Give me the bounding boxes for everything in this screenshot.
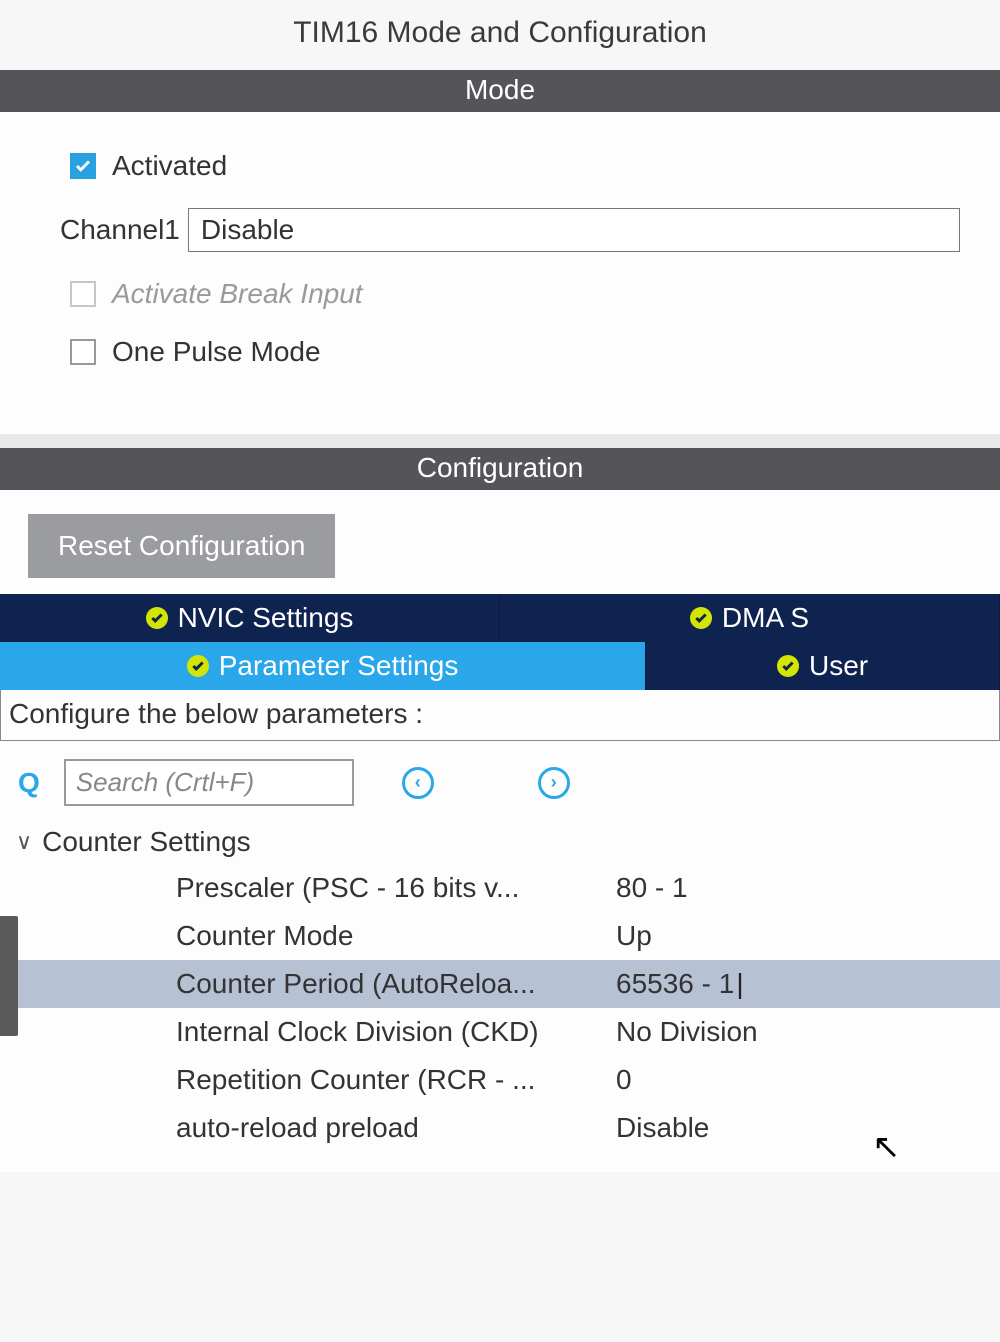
check-icon bbox=[187, 655, 209, 677]
config-prompt: Configure the below parameters : bbox=[0, 690, 1000, 741]
tab-label: DMA S bbox=[722, 602, 809, 634]
group-header-counter-settings[interactable]: ∨ Counter Settings bbox=[16, 826, 1000, 858]
param-value[interactable]: 65536 - 1 bbox=[616, 968, 1000, 1000]
param-label: auto-reload preload bbox=[176, 1112, 616, 1144]
param-label: Internal Clock Division (CKD) bbox=[176, 1016, 616, 1048]
group-label: Counter Settings bbox=[42, 826, 251, 858]
param-row-ckd[interactable]: Internal Clock Division (CKD) No Divisio… bbox=[16, 1008, 1000, 1056]
channel1-label: Channel1 bbox=[60, 214, 180, 246]
param-label: Counter Mode bbox=[176, 920, 616, 952]
param-row-prescaler[interactable]: Prescaler (PSC - 16 bits v... 80 - 1 bbox=[16, 864, 1000, 912]
tabs-row-2: Parameter Settings User bbox=[0, 642, 1000, 690]
tab-label: Parameter Settings bbox=[219, 650, 459, 682]
param-label: Counter Period (AutoReloa... bbox=[176, 968, 616, 1000]
parameter-tree: ∨ Counter Settings Prescaler (PSC - 16 b… bbox=[0, 816, 1000, 1172]
check-icon bbox=[777, 655, 799, 677]
chevron-down-icon: ∨ bbox=[16, 829, 32, 855]
param-label: Prescaler (PSC - 16 bits v... bbox=[176, 872, 616, 904]
search-icon[interactable]: Q bbox=[18, 767, 40, 799]
chevron-left-icon: ‹ bbox=[415, 772, 421, 793]
channel1-row: Channel1 Disable bbox=[60, 208, 960, 252]
activated-row: Activated bbox=[70, 150, 960, 182]
tab-dma[interactable]: DMA S bbox=[500, 594, 1000, 642]
param-value: Up bbox=[616, 920, 1000, 952]
pane-divider bbox=[0, 434, 1000, 448]
tabs-row-1: NVIC Settings DMA S bbox=[0, 594, 1000, 642]
tab-label: User bbox=[809, 650, 868, 682]
reset-configuration-button[interactable]: Reset Configuration bbox=[28, 514, 335, 578]
config-section-header: Configuration bbox=[0, 448, 1000, 490]
search-placeholder: Search (Crtl+F) bbox=[76, 767, 254, 797]
checkmark-icon bbox=[74, 157, 92, 175]
break-input-checkbox bbox=[70, 281, 96, 307]
config-pane: Reset Configuration NVIC Settings DMA S … bbox=[0, 490, 1000, 1172]
one-pulse-checkbox[interactable] bbox=[70, 339, 96, 365]
scrollbar-thumb[interactable] bbox=[0, 916, 18, 1036]
activated-label: Activated bbox=[112, 150, 227, 182]
one-pulse-row: One Pulse Mode bbox=[70, 336, 960, 368]
chevron-right-icon: › bbox=[551, 772, 557, 793]
search-next-button[interactable]: › bbox=[538, 767, 570, 799]
tab-nvic-settings[interactable]: NVIC Settings bbox=[0, 594, 500, 642]
mode-section-header: Mode bbox=[0, 70, 1000, 112]
tab-user[interactable]: User bbox=[646, 642, 1000, 690]
mode-pane: Activated Channel1 Disable Activate Brea… bbox=[0, 112, 1000, 434]
tab-label: NVIC Settings bbox=[178, 602, 354, 634]
search-input[interactable]: Search (Crtl+F) bbox=[64, 759, 354, 806]
param-row-counter-period[interactable]: Counter Period (AutoReloa... 65536 - 1 bbox=[16, 960, 1000, 1008]
page-title: TIM16 Mode and Configuration bbox=[0, 0, 1000, 70]
param-row-rcr[interactable]: Repetition Counter (RCR - ... 0 bbox=[16, 1056, 1000, 1104]
param-row-auto-reload[interactable]: auto-reload preload Disable bbox=[16, 1104, 1000, 1152]
param-label: Repetition Counter (RCR - ... bbox=[176, 1064, 616, 1096]
channel1-select[interactable]: Disable bbox=[188, 208, 960, 252]
param-row-counter-mode[interactable]: Counter Mode Up bbox=[16, 912, 1000, 960]
one-pulse-label: One Pulse Mode bbox=[112, 336, 321, 368]
param-value: No Division bbox=[616, 1016, 1000, 1048]
param-value: 80 - 1 bbox=[616, 872, 1000, 904]
check-icon bbox=[146, 607, 168, 629]
param-value: 0 bbox=[616, 1064, 1000, 1096]
tab-parameter-settings[interactable]: Parameter Settings bbox=[0, 642, 646, 690]
search-row: Q Search (Crtl+F) ‹ › bbox=[0, 759, 1000, 816]
activated-checkbox[interactable] bbox=[70, 153, 96, 179]
param-value: Disable bbox=[616, 1112, 1000, 1144]
channel1-value: Disable bbox=[201, 214, 294, 246]
search-prev-button[interactable]: ‹ bbox=[402, 767, 434, 799]
check-icon bbox=[690, 607, 712, 629]
break-input-label: Activate Break Input bbox=[112, 278, 363, 310]
break-input-row: Activate Break Input bbox=[70, 278, 960, 310]
